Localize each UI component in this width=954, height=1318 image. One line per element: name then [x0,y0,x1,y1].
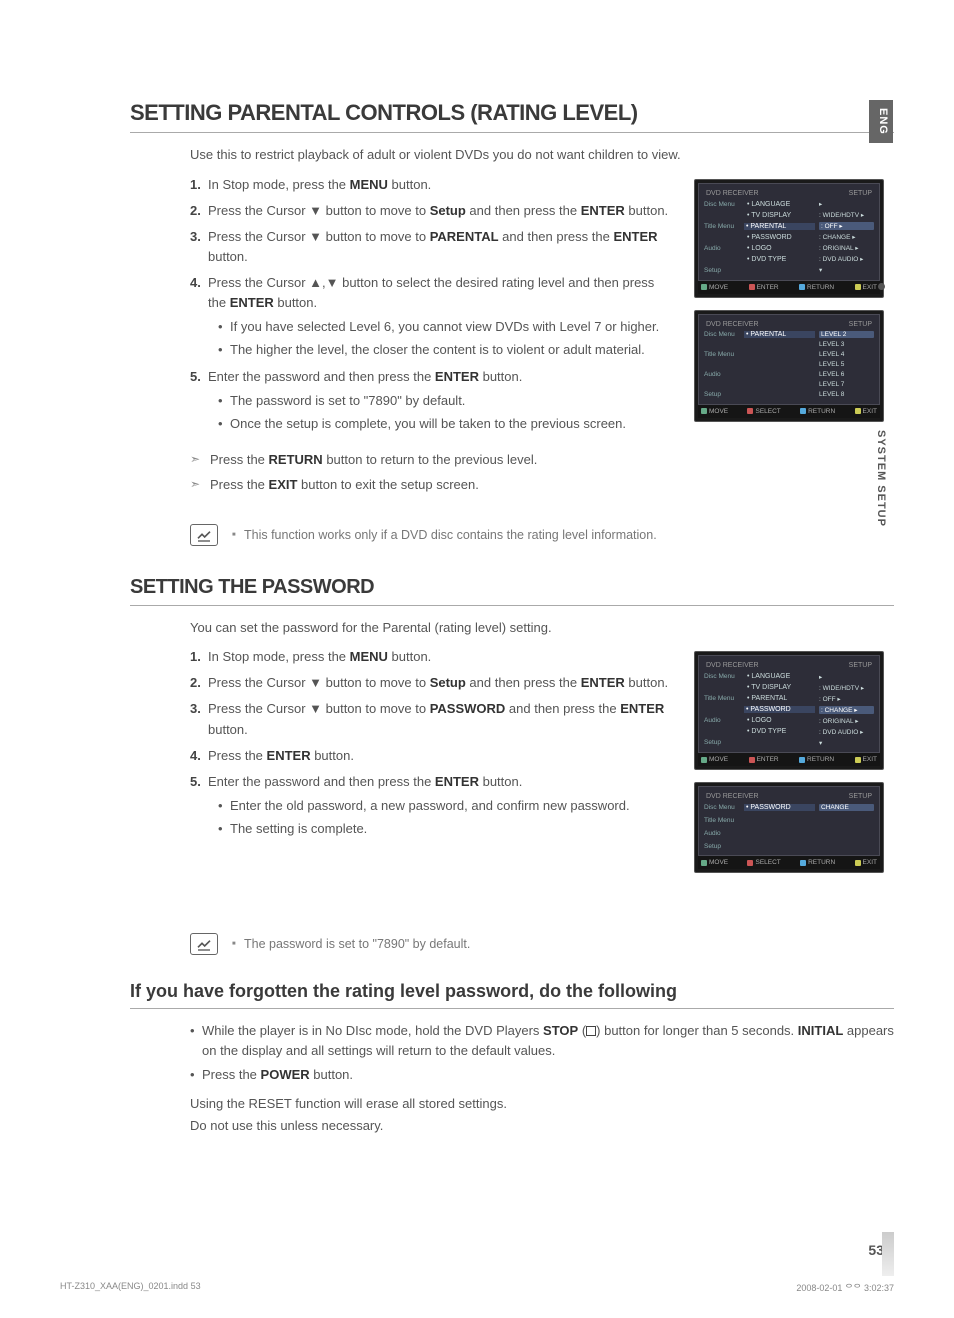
note-text: This function works only if a DVD disc c… [232,528,657,542]
osd-row: Disc Menu• LANGUAGE ▸ [702,199,876,210]
osd-row: • TV DISPLAY: WIDE/HDTV ▸ [702,210,876,221]
sub-bullet: The higher the level, the closer the con… [218,340,674,360]
osd-row: LEVEL 7 [702,380,876,390]
osd-row: • TV DISPLAY: WIDE/HDTV ▸ [702,682,876,693]
section-label: SYSTEM SETUP [875,430,887,527]
osd-row: Disc Menu• LANGUAGE ▸ [702,671,876,682]
osd-footer-btn: MOVE [701,756,728,763]
sub-bullet: The setting is complete. [218,819,674,839]
osd-footer-btn: MOVE [701,859,728,866]
osd-row: Audio• LOGO: ORIGINAL ▸ [702,243,876,254]
step: 3.Press the Cursor ▼ button to move to P… [190,699,674,739]
osd-row: Title Menu• PARENTAL: OFF ▸ [702,693,876,704]
step: 1.In Stop mode, press the MENU button. [190,647,674,667]
password-note: The password is set to "7890" by default… [190,933,894,955]
osd-row: Title Menu [702,815,876,825]
forgot-plain1: Using the RESET function will erase all … [190,1094,894,1114]
parental-intro: Use this to restrict playback of adult o… [190,145,894,165]
step: 2.Press the Cursor ▼ button to move to S… [190,201,674,221]
osd-row: Setup [702,841,876,851]
osd-row: Audio [702,828,876,838]
manual-page: ENG SYSTEM SETUP SETTING PARENTAL CONTRO… [0,0,954,1318]
note-icon [190,933,218,955]
step: 4.Press the Cursor ▲,▼ button to select … [190,273,674,361]
osd-footer-btn: RETURN [799,284,834,291]
step: 5.Enter the password and then press the … [190,367,674,434]
osd-footer-btn: ENTER [749,284,779,291]
heading-forgot: If you have forgotten the rating level p… [130,981,894,1009]
osd-row: Title MenuLEVEL 4 [702,350,876,360]
osd-footer-btn: RETURN [800,408,835,415]
osd-footer-btn: MOVE [701,284,728,291]
password-intro: You can set the password for the Parenta… [190,618,894,638]
page-number: 53 [868,1242,884,1258]
osd-footer-btn: EXIT [855,756,877,763]
osd-row: LEVEL 5 [702,360,876,370]
osd-row: • PASSWORD: CHANGE ▸ [702,704,876,715]
step: 1.In Stop mode, press the MENU button. [190,175,674,195]
osd-footer-btn: RETURN [799,756,834,763]
osd-screenshot-3: DVD RECEIVERSETUP Disc Menu• LANGUAGE ▸•… [694,651,884,770]
step: 5.Enter the password and then press the … [190,772,674,839]
osd-footer-btn: EXIT [855,859,877,866]
osd-footer-btn: SELECT [747,408,780,415]
osd-row: Setup▾ [702,265,876,276]
bullet: While the player is in No DIsc mode, hol… [190,1021,894,1061]
note-icon [190,524,218,546]
osd-row: Setup▾ [702,737,876,748]
osd-row: SetupLEVEL 8 [702,390,876,400]
step: 3.Press the Cursor ▼ button to move to P… [190,227,674,267]
bullet: Press the POWER button. [190,1065,894,1085]
forgot-bullets: While the player is in No DIsc mode, hol… [190,1021,894,1085]
osd-screenshot-4: DVD RECEIVERSETUP Disc Menu• PASSWORDCHA… [694,782,884,873]
stop-icon [586,1026,596,1036]
heading-parental: SETTING PARENTAL CONTROLS (RATING LEVEL) [130,100,894,133]
osd-footer-btn: RETURN [800,859,835,866]
lang-badge: ENG [869,100,893,143]
osd-screenshot-1: DVD RECEIVERSETUP Disc Menu• LANGUAGE ▸•… [694,179,884,298]
heading-password: SETTING THE PASSWORD [130,576,894,606]
parental-arrows: Press the RETURN button to return to the… [190,450,674,496]
sub-bullet: Once the setup is complete, you will be … [218,414,674,434]
sub-bullet: Enter the old password, a new password, … [218,796,674,816]
osd-row: Disc Menu• PARENTALLEVEL 2 [702,330,876,340]
bullet-indicator [878,283,885,290]
osd-footer-btn: SELECT [747,859,780,866]
side-tab: ENG SYSTEM SETUP [868,100,894,580]
step: 4.Press the ENTER button. [190,746,674,766]
osd-footer-btn: MOVE [701,408,728,415]
indd-file: HT-Z310_XAA(ENG)_0201.indd 53 [60,1281,201,1294]
indd-timestamp: 2008-02-01 ᄋᄋ 3:02:37 [796,1281,894,1294]
step: 2.Press the Cursor ▼ button to move to S… [190,673,674,693]
print-meta: HT-Z310_XAA(ENG)_0201.indd 53 2008-02-01… [60,1281,894,1294]
osd-row: AudioLEVEL 6 [702,370,876,380]
osd-row: • DVD TYPE: DVD AUDIO ▸ [702,254,876,265]
arrow-note: Press the EXIT button to exit the setup … [190,475,674,496]
osd-footer-btn: ENTER [749,756,779,763]
osd-row: • PASSWORD: CHANGE ▸ [702,232,876,243]
osd-row: Disc Menu• PASSWORDCHANGE [702,802,876,812]
osd-row: Title Menu• PARENTAL: OFF ▸ [702,221,876,232]
sub-bullet: If you have selected Level 6, you cannot… [218,317,674,337]
osd-screenshot-2: DVD RECEIVERSETUP Disc Menu• PARENTALLEV… [694,310,884,422]
password-steps: 1.In Stop mode, press the MENU button. 2.… [190,647,674,839]
forgot-plain2: Do not use this unless necessary. [190,1116,894,1136]
osd-row: Audio• LOGO: ORIGINAL ▸ [702,715,876,726]
parental-note: This function works only if a DVD disc c… [190,524,894,546]
arrow-note: Press the RETURN button to return to the… [190,450,674,471]
note-text: The password is set to "7890" by default… [232,937,470,951]
osd-brand: DVD RECEIVER [706,190,759,197]
osd-row: LEVEL 3 [702,340,876,350]
sub-bullet: The password is set to "7890" by default… [218,391,674,411]
parental-steps: 1.In Stop mode, press the MENU button. 2.… [190,175,674,435]
osd-row: • DVD TYPE: DVD AUDIO ▸ [702,726,876,737]
